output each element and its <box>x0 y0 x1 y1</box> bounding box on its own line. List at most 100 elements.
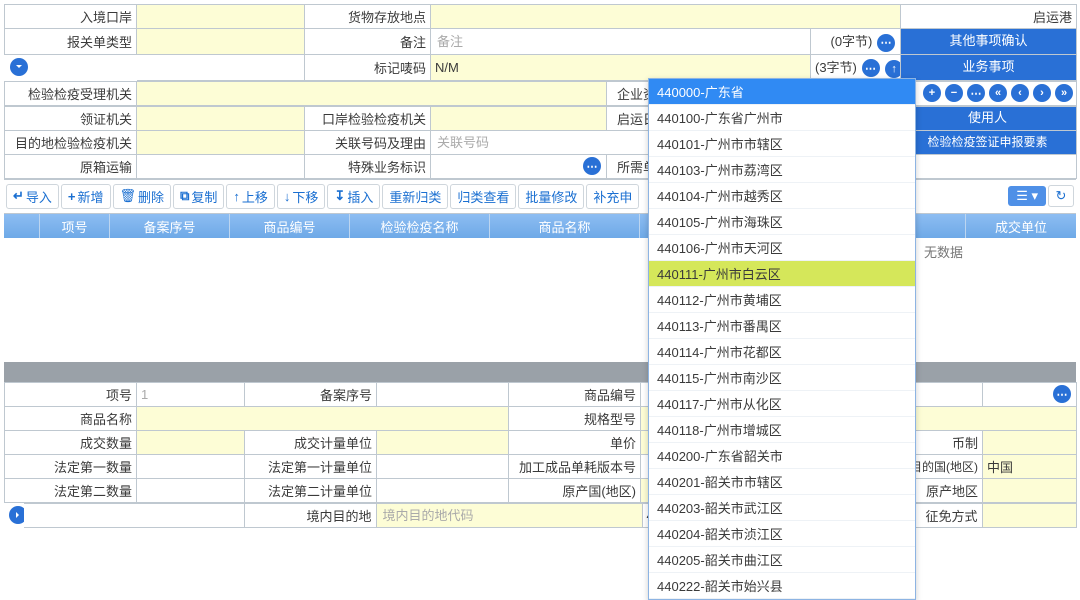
tb-up[interactable]: ↑上移 <box>226 184 275 209</box>
dropdown-option[interactable]: 440204-韶关市浈江区 <box>649 521 915 547</box>
tb-classview[interactable]: 归类查看 <box>450 184 516 209</box>
tb-insert[interactable]: ↧插入 <box>327 184 380 209</box>
gh-record-seq[interactable]: 备案序号 <box>110 214 230 238</box>
lbl-depart-port: 启运港 <box>901 5 1077 29</box>
dropdown-option[interactable]: 440117-广州市从化区 <box>649 391 915 417</box>
dropdown-option[interactable]: 440118-广州市增城区 <box>649 417 915 443</box>
pager-last-icon[interactable]: » <box>1055 84 1073 102</box>
dropdown-option[interactable]: 440113-广州市番禺区 <box>649 313 915 339</box>
field-itemno[interactable]: 1 <box>137 382 245 406</box>
remark-input[interactable] <box>435 33 806 50</box>
tb-import[interactable]: ↵导入 <box>6 184 59 209</box>
special-biz-more-icon[interactable]: ⋯ <box>583 157 601 175</box>
tb-refresh[interactable]: ↻ <box>1048 185 1074 207</box>
field-legal1-qty[interactable] <box>137 454 245 478</box>
pager-prev-icon[interactable]: ‹ <box>1011 84 1029 102</box>
field-remark[interactable] <box>431 29 811 55</box>
gh-insp-name[interactable]: 检验检疫名称 <box>350 214 490 238</box>
btn-user[interactable]: 使用人 <box>899 106 1077 130</box>
gh-unit[interactable]: 成交单位 <box>966 214 1076 238</box>
pager-first-icon[interactable]: « <box>989 84 1007 102</box>
dropdown-option[interactable]: 440115-广州市南沙区 <box>649 365 915 391</box>
field-cert-org[interactable] <box>137 106 305 130</box>
dropdown-option[interactable]: 440222-韶关市始兴县 <box>649 573 915 599</box>
lbl-origin-country: 原产国(地区) <box>509 478 641 502</box>
pager-minus-icon[interactable]: − <box>945 84 963 102</box>
dropdown-option[interactable]: 440200-广东省韶关市 <box>649 443 915 469</box>
dropdown-option[interactable]: 440104-广州市越秀区 <box>649 183 915 209</box>
field-port-insp[interactable] <box>431 106 607 130</box>
field-mark[interactable]: N/M <box>431 54 811 80</box>
pager-more-icon[interactable]: ⋯ <box>967 84 985 102</box>
more-icon[interactable]: ⋯ <box>877 34 895 52</box>
dropdown-option[interactable]: 440106-广州市天河区 <box>649 235 915 261</box>
lbl-goodscode2: 商品编号 <box>509 382 641 406</box>
field-currency[interactable] <box>983 430 1077 454</box>
tb-copy[interactable]: ⧉复制 <box>173 184 224 209</box>
field-legal1-unit[interactable] <box>377 454 509 478</box>
dropdown-option[interactable]: 440101-广州市市辖区 <box>649 131 915 157</box>
dropdown-option[interactable]: 440103-广州市荔湾区 <box>649 157 915 183</box>
gh-item-no[interactable]: 项号 <box>40 214 110 238</box>
more-icon-2[interactable]: ⋯ <box>862 59 880 77</box>
up-arrow-icon[interactable]: ↑ <box>885 60 900 78</box>
lbl-storage: 货物存放地点 <box>305 5 431 29</box>
gh-goods-name[interactable]: 商品名称 <box>490 214 640 238</box>
field-dest-insp[interactable] <box>137 130 305 154</box>
dropdown-option[interactable]: 440203-韶关市武江区 <box>649 495 915 521</box>
tb-reclass[interactable]: 重新归类 <box>382 184 448 209</box>
gh-goods-code[interactable]: 商品编号 <box>230 214 350 238</box>
btn-insp-elements[interactable]: 检验检疫签证申报要素 <box>899 130 1077 154</box>
field-dest-country[interactable]: 中国 <box>983 454 1077 478</box>
dropdown-option[interactable]: 440100-广东省广州市 <box>649 105 915 131</box>
field-recordseq2[interactable] <box>377 382 509 406</box>
expand-icon-2[interactable] <box>9 506 24 524</box>
lbl-goodsname2: 商品名称 <box>5 406 137 430</box>
field-insp-accept[interactable] <box>137 81 607 105</box>
tb-batch[interactable]: 批量修改 <box>518 184 584 209</box>
btn-biz-items[interactable]: 业务事项 <box>901 54 1077 80</box>
lbl-qty: 成交数量 <box>5 430 137 454</box>
field-qty-unit[interactable] <box>377 430 509 454</box>
pager-next-icon[interactable]: › <box>1033 84 1051 102</box>
field-domestic-dest-code[interactable] <box>376 503 642 527</box>
field-origin-region[interactable] <box>983 478 1077 502</box>
lbl-spec: 规格型号 <box>509 406 641 430</box>
lbl-domestic-dest: 境内目的地 <box>244 503 376 527</box>
goodscode-more-icon[interactable]: ⋯ <box>1053 385 1071 403</box>
field-storage[interactable] <box>431 5 901 29</box>
lbl-legal1-qty: 法定第一数量 <box>5 454 137 478</box>
field-entry-port[interactable] <box>137 5 305 29</box>
pager-add-icon[interactable]: + <box>923 84 941 102</box>
tb-down[interactable]: ↓下移 <box>277 184 326 209</box>
lbl-port-insp: 口岸检验检疫机关 <box>305 106 431 130</box>
lbl-special-biz: 特殊业务标识 <box>305 154 431 178</box>
expand-icon[interactable] <box>10 58 28 76</box>
dropdown-option[interactable]: 440114-广州市花都区 <box>649 339 915 365</box>
lbl-insp-accept: 检验检疫受理机关 <box>5 81 137 105</box>
tb-supplement[interactable]: 补充申 <box>586 184 639 209</box>
lbl-entry-port: 入境口岸 <box>5 5 137 29</box>
dropdown-option[interactable]: 440105-广州市海珠区 <box>649 209 915 235</box>
region-dropdown[interactable]: 440000-广东省440100-广东省广州市440101-广州市市辖区4401… <box>648 78 916 600</box>
tb-list-view[interactable]: ☰ ▾ <box>1008 186 1046 206</box>
tb-delete[interactable]: 🗑删除 <box>113 184 172 209</box>
byte-count-0: (0字节) ⋯ <box>811 29 901 55</box>
field-legal2-unit[interactable] <box>377 478 509 502</box>
field-orig-container[interactable] <box>137 154 305 178</box>
btn-other-confirm[interactable]: 其他事项确认 <box>901 29 1077 55</box>
dropdown-option[interactable]: 440000-广东省 <box>649 79 915 105</box>
field-exempt[interactable] <box>982 503 1076 527</box>
field-special-biz[interactable]: ⋯ <box>431 154 607 178</box>
dropdown-option[interactable]: 440201-韶关市市辖区 <box>649 469 915 495</box>
lbl-process-ver: 加工成品单耗版本号 <box>509 454 641 478</box>
dropdown-option[interactable]: 440205-韶关市曲江区 <box>649 547 915 573</box>
field-qty[interactable] <box>137 430 245 454</box>
field-legal2-qty[interactable] <box>137 478 245 502</box>
field-goodsname2[interactable] <box>137 406 509 430</box>
lbl-recordseq2: 备案序号 <box>245 382 377 406</box>
tb-add[interactable]: +新增 <box>61 184 111 209</box>
field-decl-type[interactable] <box>137 29 305 55</box>
dropdown-option[interactable]: 440112-广州市黄埔区 <box>649 287 915 313</box>
dropdown-option[interactable]: 440111-广州市白云区 <box>649 261 915 287</box>
